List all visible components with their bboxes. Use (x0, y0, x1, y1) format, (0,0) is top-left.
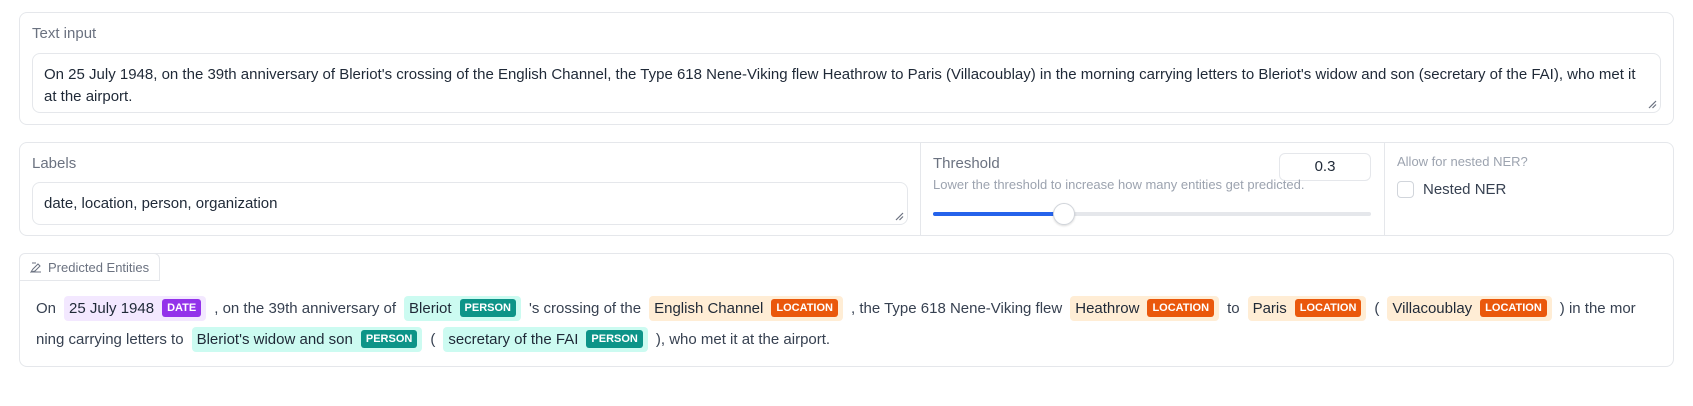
entity-location: Paris LOCATION (1247, 295, 1367, 321)
entity-date: 25 July 1948 DATE (64, 295, 207, 321)
entity-location: Villacoublay LOCATION (1387, 295, 1552, 321)
threshold-slider[interactable] (933, 203, 1371, 225)
text-segment: ), who met it at the airport. (655, 330, 831, 348)
entity-tag: PERSON (586, 330, 643, 348)
threshold-section: Threshold 0.3 Lower the threshold to inc… (921, 143, 1385, 235)
entity-text: Bleriot's widow and son (196, 330, 353, 348)
nested-label: Allow for nested NER? (1397, 154, 1528, 169)
text-segment: 's crossing of the (529, 299, 642, 317)
entity-text: English Channel (654, 299, 764, 317)
text-segment: to (1227, 299, 1240, 317)
entity-tag: LOCATION (771, 299, 838, 317)
predicted-entities-block: Predicted Entities On 25 July 1948 DATE , o… (19, 253, 1674, 367)
threshold-slider-fill (933, 212, 1065, 216)
nested-section: Allow for nested NER? Nested NER (1385, 143, 1673, 235)
labels-input[interactable]: date, location, person, organization (32, 182, 908, 225)
controls-row: Labels date, location, person, organizat… (19, 142, 1674, 236)
entity-tag: DATE (162, 299, 202, 317)
entity-text: Heathrow (1075, 299, 1140, 317)
entity-tag: LOCATION (1480, 299, 1547, 317)
entity-text: Villacoublay (1392, 299, 1473, 317)
entity-tag: PERSON (459, 299, 517, 317)
threshold-info: Lower the threshold to increase how many… (933, 177, 1305, 192)
text-input-block: Text input On 25 July 1948, on the 39th … (19, 12, 1674, 125)
entity-person: Bleriot's widow and son PERSON (191, 326, 423, 352)
entity-text: Bleriot (409, 299, 452, 317)
text-segment: ( (430, 330, 436, 348)
entity-text: 25 July 1948 (69, 299, 155, 317)
predicted-entities-tab: Predicted Entities (19, 253, 161, 281)
threshold-label: Threshold (933, 155, 1000, 172)
highlighted-text-line-2: ning carrying letters to Bleriot's widow … (32, 324, 1661, 354)
highlight-text-icon (30, 262, 41, 273)
labels-input-value: date, location, person, organization (44, 195, 278, 212)
labels-section: Labels date, location, person, organizat… (20, 143, 921, 235)
text-segment: ning carrying letters to (36, 330, 184, 348)
nested-ner-checkbox-label[interactable]: Nested NER (1423, 181, 1506, 198)
entity-text: Paris (1252, 299, 1287, 317)
resize-grip-icon[interactable] (1647, 99, 1657, 109)
text-segment: ( (1374, 299, 1380, 317)
predicted-entities-label: Predicted Entities (48, 259, 150, 275)
entity-text: secretary of the FAI (448, 330, 579, 348)
entity-person: Bleriot PERSON (404, 295, 522, 321)
text-segment: , the Type 618 Nene-Viking flew (850, 299, 1063, 317)
resize-grip-icon[interactable] (894, 211, 904, 221)
text-segment: , on the 39th anniversary of (214, 299, 397, 317)
text-segment: On (36, 299, 57, 317)
labels-label: Labels (32, 155, 77, 172)
entity-location: English Channel LOCATION (649, 295, 843, 321)
threshold-slider-thumb[interactable] (1053, 203, 1076, 225)
text-input-field[interactable]: On 25 July 1948, on the 39th anniversary… (32, 53, 1661, 113)
highlighted-text-line-1: On 25 July 1948 DATE , on the 39th annivers… (32, 293, 1661, 323)
text-input-label: Text input (32, 25, 97, 42)
entity-tag: LOCATION (1147, 299, 1215, 317)
entity-location: Heathrow LOCATION (1070, 295, 1220, 321)
entity-tag: PERSON (360, 330, 418, 348)
text-input-value: On 25 July 1948, on the 39th anniversary… (44, 66, 1636, 105)
nested-ner-checkbox[interactable] (1397, 181, 1414, 198)
text-segment: ) in the mor (1559, 299, 1636, 317)
entity-tag: LOCATION (1294, 299, 1362, 317)
entity-person: secretary of the FAI PERSON (443, 326, 648, 352)
